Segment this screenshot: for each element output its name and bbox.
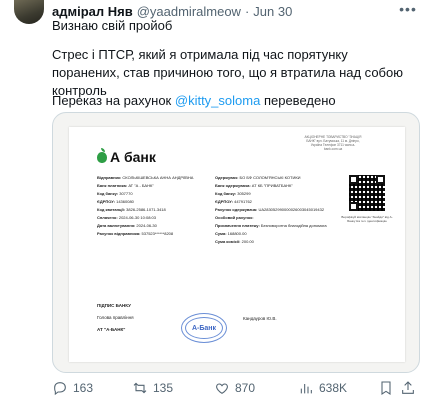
receipt-field-label: Код банку:	[97, 191, 119, 196]
share-icon	[402, 381, 414, 394]
author-handle[interactable]: @yaadmiralmeow	[137, 4, 241, 19]
receipt-field-value: АТ КБ "ПРИВАТБАНК"	[251, 183, 293, 188]
tweet-date[interactable]: Jun 30	[253, 4, 292, 19]
receipt-field-value: 200.00	[241, 239, 254, 244]
qr-code-icon	[349, 175, 385, 211]
receipt-field-label: Банк одержувача:	[215, 183, 251, 188]
qr-caption: Верифікуй квитанцію "Знайди" від А-Банку…	[341, 215, 393, 223]
bank-logo: А банк	[97, 147, 156, 165]
receipt-field-label: Сума комісії:	[215, 239, 241, 244]
receipt-field-label: Одержувач:	[215, 175, 239, 180]
views-button[interactable]: 638K	[298, 380, 378, 396]
transfer-suffix: переведено	[263, 93, 336, 108]
receipt-field-label: Рахунок одержувача:	[215, 207, 258, 212]
receipt-field: Рахунок одержувача: UA283052990000026003…	[215, 207, 324, 212]
receipt-field: Сума комісії: 200.00	[215, 239, 254, 244]
receipt-field: Банк платника: АТ "А - БАНК"	[97, 183, 154, 188]
receipt-field: Код квитанції: 3826-2586-1071-3418	[97, 207, 166, 212]
bank-stamp: А-Банк	[181, 313, 227, 343]
share-button[interactable]	[400, 380, 420, 396]
tweet-text-transfer: Переказ на рахунок @kitty_soloma перевед…	[52, 93, 336, 108]
receipt-field-label: Сума:	[215, 231, 227, 236]
receipt-field-value: 537523******8208	[141, 231, 174, 236]
receipt-field: Код банку: 307770	[97, 191, 133, 196]
retweet-icon	[133, 382, 147, 394]
receipt-field: Сплачено: 2024-06-30 10:08:03	[97, 215, 156, 220]
receipt-field-label: Призначення платежу:	[215, 223, 260, 228]
retweet-count: 135	[153, 381, 174, 395]
sign-role: Голова правління	[97, 315, 134, 320]
receipt-field-value: 14360080	[116, 199, 134, 204]
bank-header: АКЦІОНЕРНЕ ТОВАРИСТВО "ЗНАЦІЯ БАНК" вул.…	[304, 135, 362, 151]
receipt-field: Особовий рахунок:	[215, 215, 254, 220]
receipt-field: Призначення платежу: Безповоротна благод…	[215, 223, 327, 228]
tweet-media[interactable]: А банк АКЦІОНЕРНЕ ТОВАРИСТВО "ЗНАЦІЯ БАН…	[52, 112, 420, 373]
receipt-field-value: АТ "А - БАНК"	[128, 183, 154, 188]
tweet: адмірал Няв @yaadmiralmeow · Jun 30 ••• …	[0, 0, 428, 409]
like-count: 870	[235, 381, 256, 395]
receipt-field: Дата валютування: 2024-06-30	[97, 223, 157, 228]
receipt-field-value: 2024-06-30	[136, 223, 157, 228]
receipt-field-value: СКОЛЬКІШЕВСЬКА АННА АНДРІЇВНА	[122, 175, 194, 180]
sign-org: АТ "А-БАНК"	[97, 327, 126, 332]
reply-icon	[54, 382, 66, 396]
author-name[interactable]: адмірал Няв	[52, 4, 133, 19]
more-options-icon[interactable]: •••	[398, 0, 418, 18]
receipt-field: ЄДРПОУ: 14360080	[97, 199, 134, 204]
receipt-field: ЄДРПОУ: 44791762	[215, 199, 252, 204]
receipt-field: Код банку: 305299	[215, 191, 251, 196]
transfer-prefix: Переказ на рахунок	[52, 93, 172, 108]
receipt-field: Рахунок відправника: 537523******8208	[97, 231, 173, 236]
receipt-field-value: 44791762	[234, 199, 252, 204]
apple-logo-icon	[97, 147, 107, 163]
reply-button[interactable]: 163	[52, 380, 132, 396]
receipt-field-label: Банк платника:	[97, 183, 128, 188]
reply-count: 163	[73, 381, 94, 395]
receipt-field-label: Код квитанції:	[97, 207, 126, 212]
views-chart-icon	[300, 384, 312, 394]
bookmark-button[interactable]	[378, 380, 400, 396]
receipt-field-label: ЄДРПОУ:	[97, 199, 115, 204]
receipt-field-value: 168800.00	[227, 231, 247, 236]
sign-title: ПІДПИС БАНКУ	[97, 303, 131, 308]
receipt-field-value: UA283052990000026003045019432	[258, 207, 325, 212]
receipt-field-label: Рахунок відправника:	[97, 231, 141, 236]
receipt-field-label: Сплачено:	[97, 215, 118, 220]
receipt-field-label: Відправник:	[97, 175, 122, 180]
receipt-field-label: Особовий рахунок:	[215, 215, 254, 220]
receipt-field: Банк одержувача: АТ КБ "ПРИВАТБАНК"	[215, 183, 293, 188]
receipt-field-label: ЄДРПОУ:	[215, 199, 233, 204]
separator: ·	[244, 3, 250, 19]
tweet-text-paragraph: Стрес і ПТСР, який я отримала під час по…	[52, 47, 403, 98]
tweet-text-line1: Визнаю свій пройоб	[52, 18, 173, 33]
receipt-field: Одержувач: БО БФ СОЛОМ'ЯНСЬКІ КОТИКИ	[215, 175, 301, 180]
like-button[interactable]: 870	[214, 380, 298, 396]
avatar[interactable]	[14, 0, 44, 24]
mention-link[interactable]: @kitty_soloma	[175, 93, 260, 108]
sign-name: Кандауров Ю.В.	[243, 316, 277, 321]
receipt-document: А банк АКЦІОНЕРНЕ ТОВАРИСТВО "ЗНАЦІЯ БАН…	[69, 127, 405, 362]
views-count: 638K	[319, 381, 348, 395]
receipt-field-label: Дата валютування:	[97, 223, 136, 228]
receipt-field-value: Безповоротна благодійна допомога	[260, 223, 327, 228]
receipt-field-value: 2024-06-30 10:08:03	[118, 215, 156, 220]
receipt-field: Відправник: СКОЛЬКІШЕВСЬКА АННА АНДРІЇВН…	[97, 175, 193, 180]
receipt-field-label: Код банку:	[215, 191, 237, 196]
heart-icon	[216, 383, 228, 394]
bank-logo-text: А банк	[110, 149, 156, 165]
receipt-field-value: 3826-2586-1071-3418	[126, 207, 166, 212]
retweet-button[interactable]: 135	[132, 380, 214, 396]
receipt-field: Сума: 168800.00	[215, 231, 247, 236]
tweet-actions: 163 135 870 638K	[52, 378, 420, 398]
receipt-field-value: БО БФ СОЛОМ'ЯНСЬКІ КОТИКИ	[239, 175, 301, 180]
receipt-field-value: 307770	[119, 191, 133, 196]
receipt-field-value: 305299	[237, 191, 251, 196]
bookmark-icon	[381, 381, 391, 395]
